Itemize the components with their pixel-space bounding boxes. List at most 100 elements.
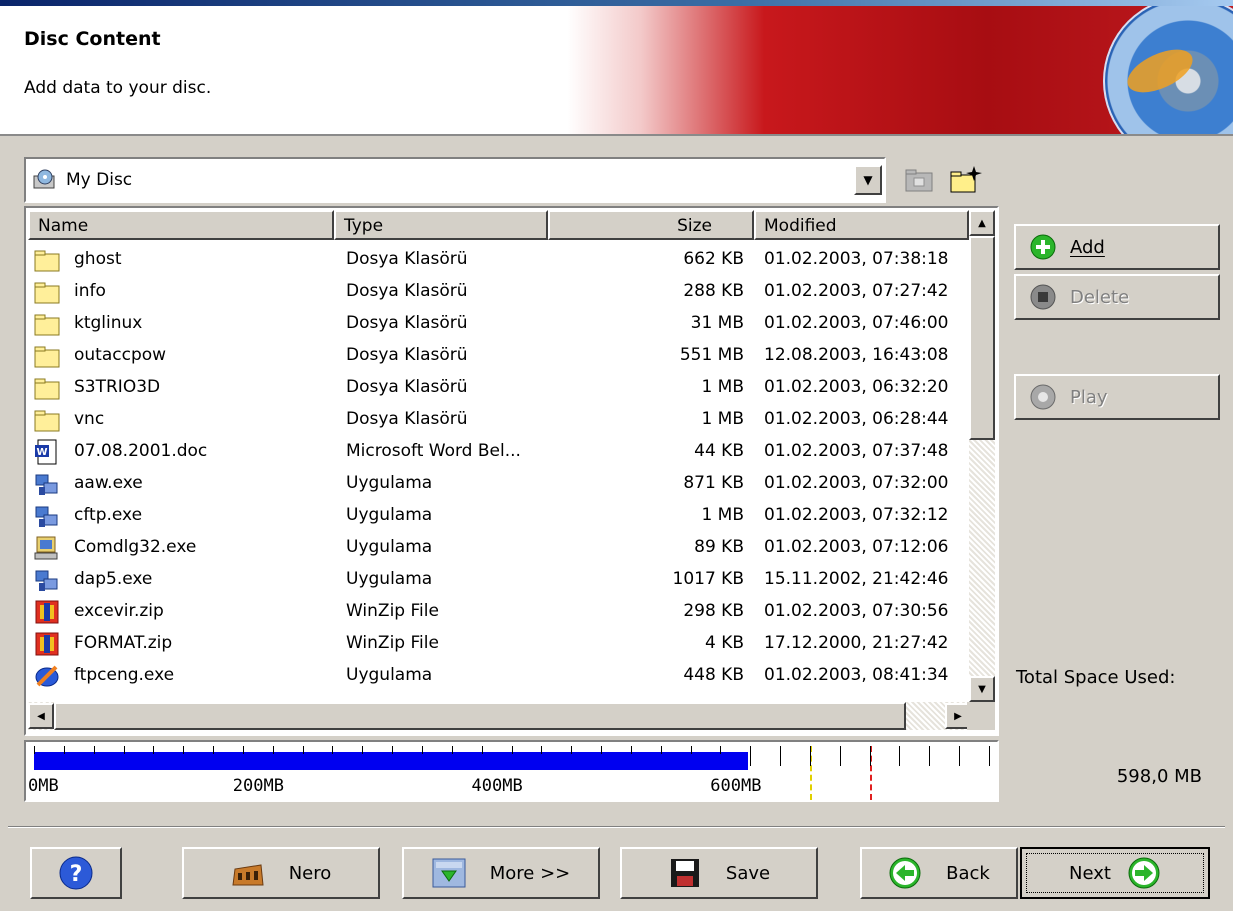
cd-drive-icon [33,169,55,189]
next-button[interactable]: Next [1020,847,1210,899]
scale-tick [302,746,304,754]
file-modified: 01.02.2003, 07:27:42 [764,281,949,301]
play-button[interactable]: Play [1014,374,1220,420]
scroll-up-button[interactable]: ▲ [969,210,995,236]
back-button[interactable]: Back [860,847,1018,899]
file-type: WinZip File [346,601,439,621]
file-modified: 01.02.2003, 08:41:34 [764,665,949,685]
file-modified: 01.02.2003, 07:37:48 [764,441,949,461]
file-row[interactable]: ghost Dosya Klasörü 662 KB 01.02.2003, 07:3… [28,244,969,276]
save-button[interactable]: Save [620,847,818,899]
file-row[interactable]: ktglinux Dosya Klasörü 31 MB 01.02.2003, 07… [28,308,969,340]
file-type: Dosya Klasörü [346,249,468,269]
scale-tick [839,746,841,766]
file-name: aaw.exe [74,473,143,493]
column-header-name[interactable]: Name [28,210,334,240]
file-row[interactable]: info Dosya Klasörü 288 KB 01.02.2003, 07:27… [28,276,969,308]
more-button[interactable]: More >> [402,847,600,899]
file-row[interactable]: FORMAT.zip WinZip File 4 KB 17.12.2000, 21:… [28,628,969,660]
scale-label: 600MB [710,776,762,796]
file-name: outaccpow [74,345,167,365]
folder-icon [34,346,60,368]
scale-tick [511,746,513,754]
svg-text:W: W [36,447,47,458]
file-size: 551 MB [679,345,744,365]
scale-tick [780,746,782,766]
svg-text:?: ? [70,862,83,887]
more-button-label: More >> [489,862,571,884]
file-list[interactable]: Name Type Size Modified ghost Dosya Klasö… [24,206,999,736]
play-button-label: Play [1070,386,1108,408]
disc-logo-icon [1103,6,1233,134]
file-row[interactable]: dap5.exe Uygulama 1017 KB 15.11.2002, 21:42… [28,564,969,596]
floppy-disk-icon [670,859,699,887]
capacity-used-bar [34,752,748,770]
file-row[interactable]: cftp.exe Uygulama 1 MB 01.02.2003, 07:32:12 [28,500,969,532]
up-folder-icon[interactable] [902,164,936,196]
next-button-label: Next [1069,862,1111,884]
new-folder-icon[interactable] [948,164,982,196]
file-modified: 01.02.2003, 07:12:06 [764,537,949,557]
file-size: 871 KB [683,473,744,493]
scale-tick [392,746,394,754]
delete-button-label: Delete [1070,286,1130,308]
file-row[interactable]: outaccpow Dosya Klasörü 551 MB 12.08.2003, … [28,340,969,372]
column-header-size[interactable]: Size [548,210,754,240]
file-row[interactable]: ftpceng.exe Uygulama 448 KB 01.02.2003, 08:… [28,660,969,692]
total-space-label: Total Space Used: [1016,667,1176,688]
add-button-label: Add [1070,236,1105,258]
vertical-scrollbar[interactable]: ▲ ▼ [969,210,995,702]
scale-tick [959,746,961,766]
ftp-app-icon [35,665,59,687]
scale-tick [899,746,901,766]
column-header-modified[interactable]: Modified [754,210,969,240]
application-icon [35,506,58,527]
focus-ring [1026,853,1204,893]
scale-tick [93,746,95,754]
file-type: Uygulama [346,569,433,589]
add-button[interactable]: Add [1014,224,1220,270]
scroll-thumb[interactable] [969,236,995,440]
file-size: 448 KB [683,665,744,685]
scroll-thumb-horizontal[interactable] [54,702,906,730]
file-row[interactable]: excevir.zip WinZip File 298 KB 01.02.2003, … [28,596,969,628]
file-size: 288 KB [683,281,744,301]
file-type: Uygulama [346,473,433,493]
file-modified: 01.02.2003, 07:38:18 [764,249,949,269]
file-size: 89 KB [694,537,744,557]
scale-tick [242,746,244,754]
file-modified: 01.02.2003, 07:32:12 [764,505,949,525]
scale-tick [362,746,364,754]
scroll-down-button[interactable]: ▼ [969,676,995,702]
delete-button[interactable]: Delete [1014,274,1220,320]
file-row[interactable]: W 07.08.2001.doc Microsoft Word Bel... 44 K… [28,436,969,468]
help-icon: ? [59,856,93,890]
file-row[interactable]: S3TRIO3D Dosya Klasörü 1 MB 01.02.2003, 06:… [28,372,969,404]
horizontal-scrollbar[interactable]: ◀ ▶ [28,702,971,730]
scale-tick [929,746,931,766]
scale-tick [332,746,334,754]
location-dropdown[interactable]: My Disc ▼ [24,157,886,203]
scrollbar-corner [967,702,995,730]
folder-icon [34,250,60,272]
file-row[interactable]: vnc Dosya Klasörü 1 MB 01.02.2003, 06:28:44 [28,404,969,436]
scale-tick [720,746,722,754]
nero-button[interactable]: Nero [182,847,380,899]
help-button[interactable]: ? [30,847,122,899]
file-size: 44 KB [694,441,744,461]
file-row[interactable]: Comdlg32.exe Uygulama 89 KB 01.02.2003, 07:… [28,532,969,564]
scale-tick [63,746,65,754]
folder-icon [34,378,60,400]
scroll-left-button[interactable]: ◀ [28,703,54,729]
scale-label: 0MB [28,776,59,796]
location-value: My Disc [66,170,133,190]
scale-tick [123,746,125,754]
column-header-type[interactable]: Type [334,210,548,240]
dropdown-arrow-button[interactable]: ▼ [854,165,882,195]
scale-tick [690,746,692,754]
file-row[interactable]: aaw.exe Uygulama 871 KB 01.02.2003, 07:32:0… [28,468,969,500]
scale-tick [601,746,603,754]
delete-icon [1030,284,1056,310]
save-button-label: Save [725,862,771,884]
file-type: Uygulama [346,505,433,525]
